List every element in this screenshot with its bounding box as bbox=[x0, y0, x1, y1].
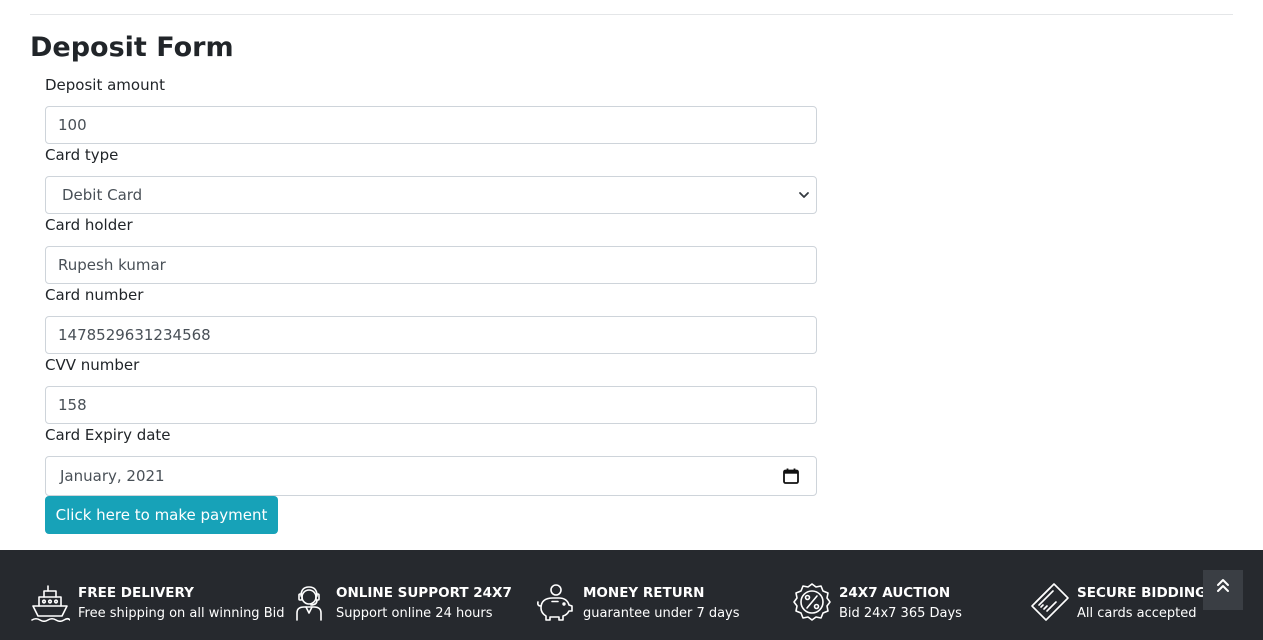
feature-title: 24X7 AUCTION bbox=[839, 585, 951, 601]
feature-title: MONEY RETURN bbox=[583, 585, 705, 601]
feature-subtitle: All cards accepted bbox=[1077, 606, 1197, 621]
card-type-value: Debit Card bbox=[62, 186, 143, 204]
cvv-label: CVV number bbox=[45, 356, 140, 374]
deposit-amount-label: Deposit amount bbox=[45, 76, 165, 94]
scroll-to-top-button[interactable] bbox=[1203, 570, 1243, 610]
site-footer: FREE DELIVERY Free shipping on all winni… bbox=[0, 550, 1263, 640]
ship-icon bbox=[31, 585, 70, 622]
expiry-value: January, 2021 bbox=[60, 467, 165, 485]
card-number-value: 1478529631234568 bbox=[58, 326, 211, 344]
expiry-date-input[interactable]: January, 2021 bbox=[45, 456, 817, 496]
calendar-icon[interactable] bbox=[782, 467, 800, 485]
top-divider bbox=[30, 14, 1233, 15]
cvv-input[interactable]: 158 bbox=[45, 386, 817, 424]
card-number-label: Card number bbox=[45, 286, 144, 304]
discount-badge-icon bbox=[793, 583, 831, 621]
double-chevron-up-icon bbox=[1217, 579, 1229, 592]
chevron-down-icon bbox=[799, 192, 809, 198]
cvv-value: 158 bbox=[58, 396, 87, 414]
piggy-bank-icon bbox=[537, 584, 573, 621]
feature-title: ONLINE SUPPORT 24X7 bbox=[336, 585, 512, 601]
make-payment-button[interactable]: Click here to make payment bbox=[45, 496, 278, 534]
feature-subtitle: guarantee under 7 days bbox=[583, 606, 740, 621]
feature-subtitle: Bid 24x7 365 Days bbox=[839, 606, 962, 621]
card-type-label: Card type bbox=[45, 146, 119, 164]
feature-subtitle: Free shipping on all winning Bid bbox=[78, 606, 285, 621]
card-number-input[interactable]: 1478529631234568 bbox=[45, 316, 817, 354]
card-holder-label: Card holder bbox=[45, 216, 133, 234]
feature-title: FREE DELIVERY bbox=[78, 585, 194, 601]
support-agent-icon bbox=[296, 586, 322, 621]
expiry-label: Card Expiry date bbox=[45, 426, 171, 444]
card-holder-input[interactable]: Rupesh kumar bbox=[45, 246, 817, 284]
deposit-amount-input[interactable]: 100 bbox=[45, 106, 817, 144]
feature-subtitle: Support online 24 hours bbox=[336, 606, 493, 621]
card-type-select[interactable]: Debit Card bbox=[45, 176, 817, 214]
credit-card-icon bbox=[1031, 583, 1069, 621]
feature-title: SECURE BIDDING bbox=[1077, 585, 1207, 601]
card-holder-value: Rupesh kumar bbox=[58, 256, 166, 274]
page-title: Deposit Form bbox=[30, 32, 234, 63]
deposit-amount-value: 100 bbox=[58, 116, 87, 134]
